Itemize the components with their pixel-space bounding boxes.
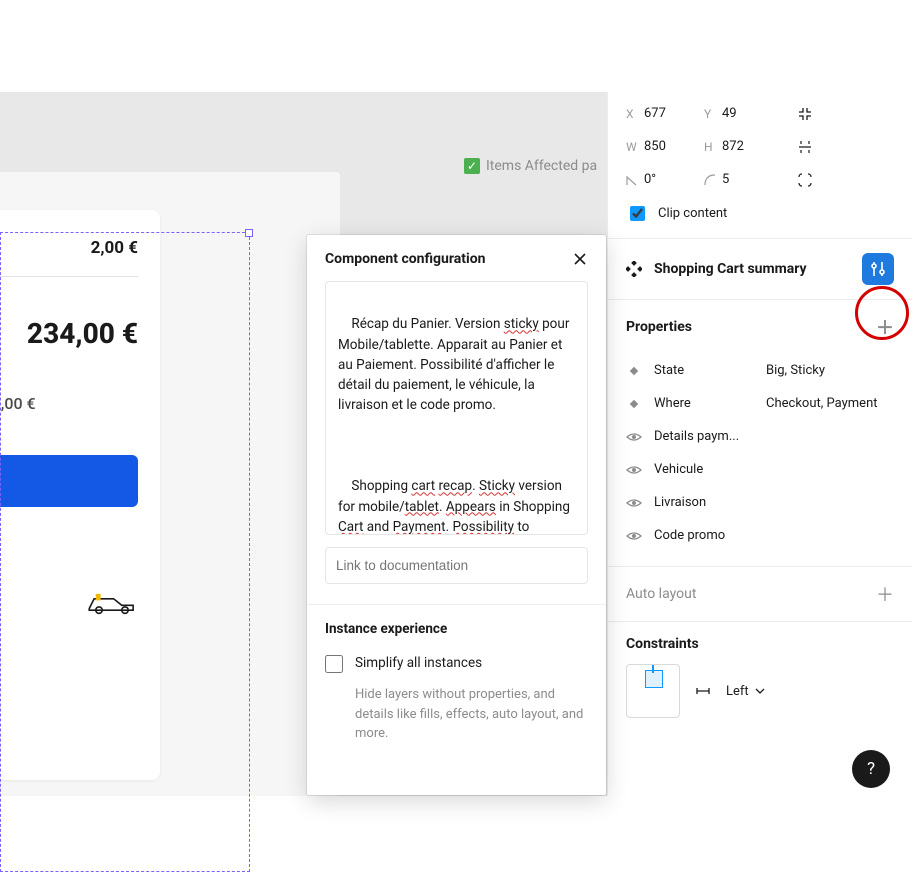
component-section: Shopping Cart summary bbox=[608, 239, 912, 300]
instance-experience-title: Instance experience bbox=[325, 621, 588, 637]
inspector-panel: X 677 Y 49 W 850 H 872 0° 5 bbox=[607, 92, 912, 796]
constraint-h-icon bbox=[696, 686, 710, 696]
auto-layout-section: Auto layout ＋ bbox=[608, 567, 912, 622]
simplify-label: Simplify all instances bbox=[355, 655, 482, 671]
add-auto-layout-button[interactable]: ＋ bbox=[876, 581, 894, 607]
constraints-title: Constraints bbox=[626, 636, 894, 652]
artboard: 2,00 € 234,00 € ez 40,00 € hat* bbox=[0, 172, 340, 796]
dim-radius-value[interactable]: 5 bbox=[722, 172, 782, 187]
constraint-h-dropdown[interactable]: Left bbox=[726, 684, 765, 699]
constraint-box[interactable] bbox=[626, 664, 680, 718]
component-config-button[interactable] bbox=[862, 253, 894, 285]
car-icon bbox=[86, 587, 138, 617]
visibility-icon bbox=[626, 530, 642, 542]
items-affected-badge: ✓ Items Affected pa bbox=[464, 158, 597, 174]
dim-y-label: Y bbox=[704, 107, 722, 121]
property-key: Vehicule bbox=[654, 462, 754, 477]
component-name: Shopping Cart summary bbox=[654, 261, 850, 277]
corner-radius-icon[interactable] bbox=[798, 173, 812, 187]
dim-h-label: H bbox=[704, 140, 722, 154]
property-value: Checkout, Payment bbox=[766, 396, 878, 411]
add-property-button[interactable]: ＋ bbox=[876, 314, 894, 340]
component-icon bbox=[626, 261, 642, 277]
simplify-checkbox[interactable] bbox=[325, 655, 343, 673]
collapse-icon[interactable] bbox=[798, 107, 812, 121]
properties-header: Properties bbox=[626, 319, 692, 335]
variant-icon bbox=[626, 365, 642, 377]
simplify-all-row[interactable]: Simplify all instances bbox=[325, 655, 588, 673]
clip-content-checkbox[interactable] bbox=[630, 206, 645, 221]
component-config-modal: Component configuration Récap du Panier.… bbox=[307, 235, 606, 795]
modal-title: Component configuration bbox=[325, 251, 485, 267]
property-row[interactable]: Details paym... bbox=[626, 420, 894, 453]
property-row[interactable]: Where Checkout, Payment bbox=[626, 387, 894, 420]
simplify-description: Hide layers without properties, and deta… bbox=[355, 685, 588, 744]
link-doc-input[interactable] bbox=[325, 547, 588, 584]
save-line: ez 40,00 € bbox=[0, 394, 138, 413]
visibility-icon bbox=[626, 497, 642, 509]
variant-icon bbox=[626, 398, 642, 410]
property-key: State bbox=[654, 363, 754, 378]
price-big: 234,00 € bbox=[0, 317, 138, 350]
dim-w-value[interactable]: 850 bbox=[644, 139, 704, 154]
dim-y-value[interactable]: 49 bbox=[722, 106, 782, 121]
dim-radius-icon bbox=[704, 174, 722, 186]
dim-rot-icon bbox=[626, 174, 644, 186]
close-icon[interactable] bbox=[572, 251, 588, 267]
chevron-down-icon bbox=[755, 688, 765, 694]
check-icon: ✓ bbox=[464, 158, 480, 174]
property-value: Big, Sticky bbox=[766, 363, 825, 378]
properties-section: Properties ＋ State Big, Sticky Where Checko… bbox=[608, 300, 912, 567]
dim-w-label: W bbox=[626, 140, 644, 154]
resize-icon[interactable] bbox=[798, 140, 812, 154]
clip-content-row[interactable]: Clip content bbox=[626, 203, 894, 224]
auto-layout-label: Auto layout bbox=[626, 586, 696, 602]
property-key: Code promo bbox=[654, 528, 754, 543]
property-key: Details paym... bbox=[654, 429, 754, 444]
description-textarea[interactable]: Récap du Panier. Version sticky pour Mob… bbox=[325, 281, 588, 535]
dim-x-label: X bbox=[626, 107, 644, 121]
dim-x-value[interactable]: 677 bbox=[644, 106, 704, 121]
property-row[interactable]: Livraison bbox=[626, 486, 894, 519]
property-row[interactable]: Vehicule bbox=[626, 453, 894, 486]
price-small: 2,00 € bbox=[0, 238, 138, 277]
help-button[interactable]: ? bbox=[852, 750, 890, 788]
property-key: Where bbox=[654, 396, 754, 411]
visibility-icon bbox=[626, 431, 642, 443]
constraint-h-value: Left bbox=[726, 684, 749, 699]
constraints-section: Constraints Left bbox=[608, 622, 912, 732]
items-affected-label: Items Affected pa bbox=[486, 158, 597, 174]
property-key: Livraison bbox=[654, 495, 754, 510]
visibility-icon bbox=[626, 464, 642, 476]
dimensions-section: X 677 Y 49 W 850 H 872 0° 5 bbox=[608, 92, 912, 239]
clip-content-label: Clip content bbox=[658, 206, 727, 221]
summary-card: 2,00 € 234,00 € ez 40,00 € hat* bbox=[0, 210, 160, 780]
cta-button[interactable] bbox=[0, 455, 138, 507]
property-row[interactable]: Code promo bbox=[626, 519, 894, 552]
property-row[interactable]: State Big, Sticky bbox=[626, 354, 894, 387]
dim-rot-value[interactable]: 0° bbox=[644, 172, 704, 187]
dim-h-value[interactable]: 872 bbox=[722, 139, 782, 154]
